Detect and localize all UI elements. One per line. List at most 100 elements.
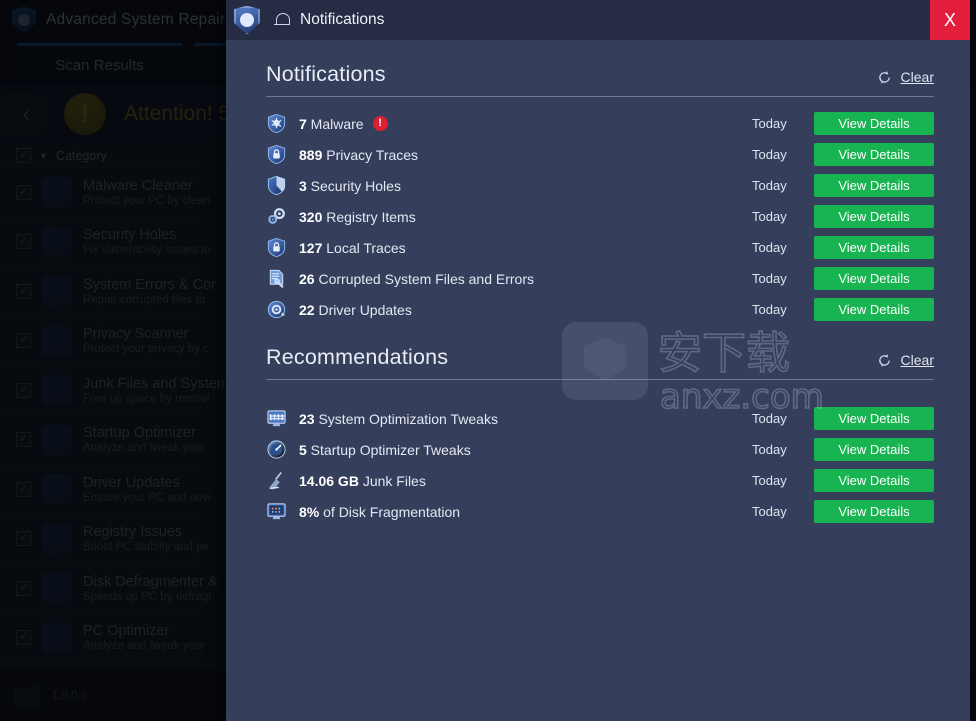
scan-result-text: PC Optimizer Analyze and tweak your [83,623,205,652]
view-details-button[interactable]: View Details [814,469,934,492]
view-details-button[interactable]: View Details [814,236,934,259]
close-button[interactable]: X [930,0,970,40]
notification-row: 127 Local Traces Today View Details [266,232,934,263]
gears-icon [266,206,287,227]
monitor-disk-icon [266,501,287,522]
row-checkbox[interactable]: ✓ [16,184,31,200]
refresh-icon [877,70,892,85]
row-checkbox[interactable]: ✓ [16,432,31,448]
document-wrench-icon [266,268,287,289]
broom-icon [266,470,287,491]
recommendation-row-label: 8% of Disk Fragmentation [299,503,461,520]
row-checkbox[interactable]: ✓ [16,531,31,547]
document-wrench-icon [42,276,72,307]
notification-row-label: 22 Driver Updates [299,301,412,318]
notification-row: 889 Privacy Traces Today View Details [266,139,934,170]
scan-result-title: Startup Optimizer [83,425,196,442]
view-details-button[interactable]: View Details [814,112,934,135]
notifications-heading: Notifications [266,62,386,86]
notification-row-date: Today [752,147,787,162]
back-button[interactable]: ‹ [2,91,50,136]
clear-notifications-link[interactable]: Clear [877,69,934,87]
refresh-icon [877,353,892,368]
warning-icon: ! [64,92,106,135]
notification-row-label: 127 Local Traces [299,239,406,256]
recommendation-row-date: Today [752,442,787,457]
bell-icon [274,12,290,29]
view-details-button[interactable]: View Details [814,205,934,228]
scan-result-subtitle: Boost PC stablity and pe [83,541,209,554]
scan-result-title: System Errors & Cor [83,276,216,293]
row-checkbox[interactable]: ✓ [16,333,31,349]
scan-result-subtitle: Repair corrupted files to [83,293,206,306]
notifications-row-list: 7 Malware! Today View Details 889 Privacy … [266,108,934,325]
close-icon: X [943,9,956,30]
notification-row-label: 320 Registry Items [299,208,416,225]
tab-scan-results[interactable]: Scan Results [17,43,182,85]
shield-lock-icon [266,237,287,258]
shield-holes-icon [266,175,287,196]
row-checkbox[interactable]: ✓ [16,382,31,398]
row-checkbox[interactable]: ✓ [16,481,31,497]
shield-lock-icon [266,144,287,165]
view-details-button[interactable]: View Details [814,174,934,197]
scan-result-text: System Errors & Cor Repair corrupted file… [83,277,216,306]
recommendation-row: 23 System Optimization Tweaks Today View D… [266,403,934,434]
view-details-button[interactable]: View Details [814,438,934,461]
recommendations-section-header: Recommendations Clear [266,345,934,380]
broom-icon [42,375,72,406]
shield-biohazard-icon [42,177,72,208]
recommendation-row: 8% of Disk Fragmentation Today View Detail… [266,496,934,527]
notification-row-label: 7 Malware [299,115,364,132]
chevron-left-icon: ‹ [22,100,30,126]
clear-recommendations-link[interactable]: Clear [877,352,934,370]
row-checkbox[interactable]: ✓ [16,630,31,646]
view-details-button[interactable]: View Details [814,143,934,166]
scan-result-subtitle: Fix vulnerability issues to [83,244,211,257]
scan-result-text: Privacy Scanner Protect your privacy by c [83,326,209,355]
row-checkbox[interactable]: ✓ [16,234,31,250]
dialog-title: Notifications [300,11,385,28]
view-details-button[interactable]: View Details [814,407,934,430]
view-details-button[interactable]: View Details [814,500,934,523]
view-details-button[interactable]: View Details [814,267,934,290]
scan-result-text: Startup Optimizer Analyze and tweak your [83,425,205,454]
notification-row: 7 Malware! Today View Details [266,108,934,139]
scan-result-text: Registry Issues Boost PC stablity and pe [83,524,209,553]
monitor-tuning-icon [266,408,287,429]
notifications-section-header: Notifications Clear [266,62,934,97]
scan-result-title: Malware Cleaner [83,177,193,194]
recommendation-row: 5 Startup Optimizer Tweaks Today View Deta… [266,434,934,465]
scan-result-subtitle: Ensure your PC and devi [83,491,211,504]
notification-row-date: Today [752,209,787,224]
gear-arrow-icon [266,299,287,320]
speedometer-icon [42,424,72,455]
notification-row: 22 Driver Updates Today View Details [266,294,934,325]
scan-result-text: Driver Updates Ensure your PC and devi [83,475,211,504]
scan-result-text: Malware Cleaner Protect your PC by clean [83,178,210,207]
chevron-down-icon[interactable]: ▼ [39,151,48,161]
scan-result-subtitle: Protect your PC by clean [83,194,211,207]
scan-result-text: Security Holes Fix vulnerability issues t… [83,227,211,256]
notification-row: 3 Security Holes Today View Details [266,170,934,201]
notification-row-date: Today [752,302,787,317]
view-details-button[interactable]: View Details [814,298,934,321]
scan-result-subtitle: Analyze and tweak your [83,442,206,455]
scan-result-subtitle: Protect your privacy by c [83,343,209,356]
notification-row-label: 889 Privacy Traces [299,146,419,163]
gears-icon [42,523,72,554]
recommendation-row: 14.06 GB Junk Files Today View Details [266,465,934,496]
attention-text: Attention! 51 [124,101,242,125]
row-checkbox[interactable]: ✓ [16,283,31,299]
select-all-checkbox[interactable]: ✓ [16,148,31,163]
recommendations-row-list: 23 System Optimization Tweaks Today View D… [266,403,934,527]
version-label: 1.8.0.5 [52,689,88,702]
recommendation-row-date: Today [752,504,787,519]
row-checkbox[interactable]: ✓ [16,580,31,596]
scan-result-subtitle: Free up space by removi [83,392,210,405]
dialog-titlebar: Notifications X [226,0,970,40]
shield-lock-icon [42,325,72,356]
notification-row: 320 Registry Items Today View Details [266,201,934,232]
background-app-title: Advanced System Repair Pr [46,11,246,28]
scan-result-title: Disk Defragmenter & [83,573,218,590]
